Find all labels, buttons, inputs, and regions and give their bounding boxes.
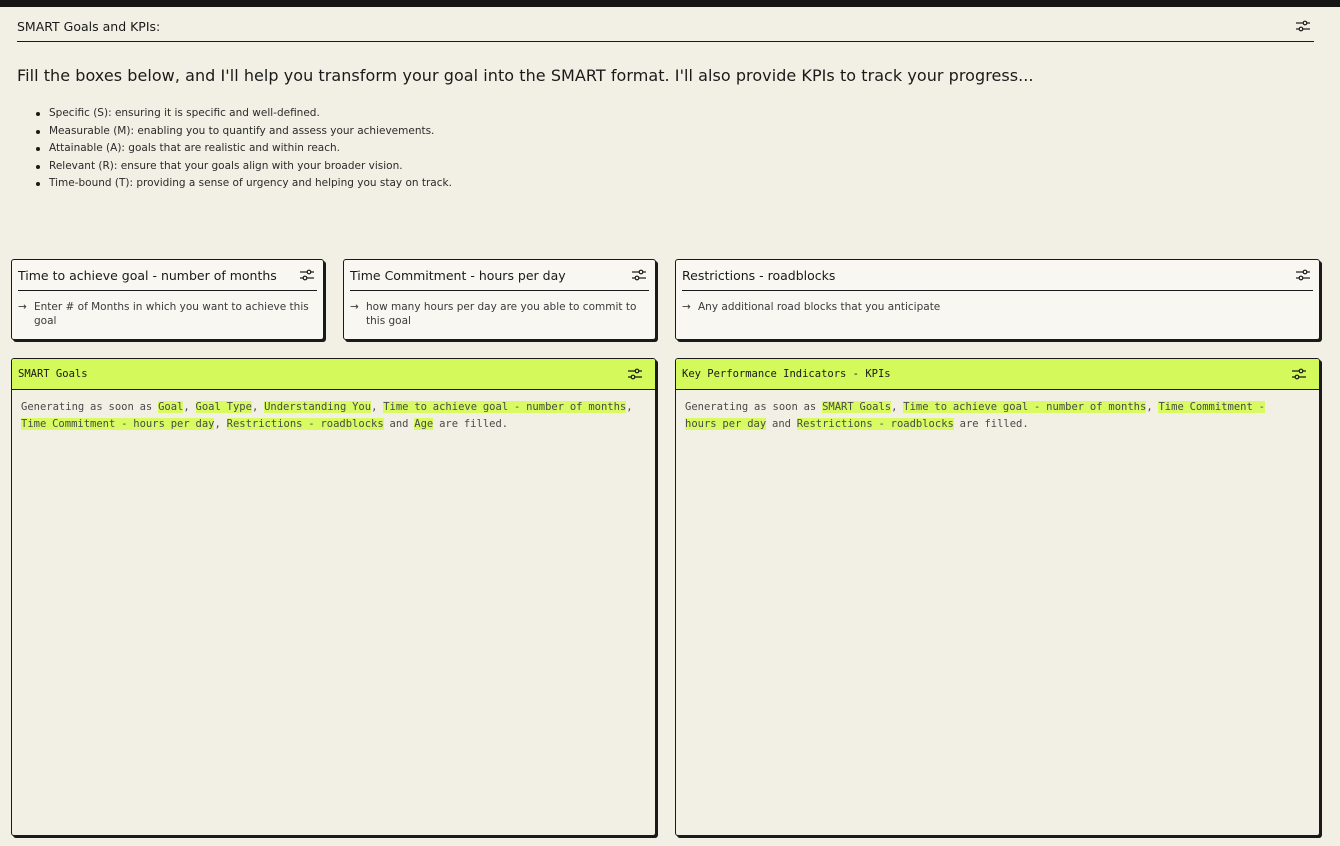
list-item: Measurable (M): enabling you to quantify… xyxy=(36,123,452,141)
months-input-card: Time to achieve goal - number of months … xyxy=(11,259,324,340)
list-item: Attainable (A): goals that are realistic… xyxy=(36,140,452,158)
input-placeholder[interactable]: Any additional road blocks that you anti… xyxy=(698,300,1309,314)
panel-title: SMART Goals xyxy=(18,368,88,380)
card-title: Time Commitment - hours per day xyxy=(350,268,566,283)
card-header: Time to achieve goal - number of months xyxy=(18,260,317,291)
dependency-tag: Restrictions - roadblocks xyxy=(796,418,954,430)
card-title: Restrictions - roadblocks xyxy=(682,268,836,283)
panel-header: Key Performance Indicators - KPIs xyxy=(676,359,1319,390)
dependency-tag: Restrictions - roadblocks xyxy=(226,418,384,430)
dependency-tag: Understanding You xyxy=(264,401,372,413)
card-title: Time to achieve goal - number of months xyxy=(18,268,277,283)
roadblocks-input[interactable]: → Any additional road blocks that you an… xyxy=(682,300,1309,314)
smart-goals-panel: SMART Goals Generating as soon as Goal, … xyxy=(11,358,656,836)
page-header: SMART Goals and KPIs: xyxy=(17,13,1314,42)
sliders-icon[interactable] xyxy=(300,269,314,281)
hours-input-card: Time Commitment - hours per day → how ma… xyxy=(343,259,656,340)
dependency-tag: Time Commitment - hours per day xyxy=(21,418,215,430)
sliders-icon[interactable] xyxy=(1296,20,1310,32)
dependency-tag: Goal xyxy=(158,401,184,413)
card-header: Restrictions - roadblocks xyxy=(682,260,1313,291)
roadblocks-input-card: Restrictions - roadblocks → Any addition… xyxy=(675,259,1320,340)
intro-text: Fill the boxes below, and I'll help you … xyxy=(17,66,1034,85)
dependency-tag: SMART Goals xyxy=(822,401,892,413)
smart-criteria-list: Specific (S): ensuring it is specific an… xyxy=(36,105,452,193)
top-bar xyxy=(0,0,1340,7)
input-placeholder[interactable]: how many hours per day are you able to c… xyxy=(366,300,645,328)
list-item: Time-bound (T): providing a sense of urg… xyxy=(36,175,452,193)
input-placeholder[interactable]: Enter # of Months in which you want to a… xyxy=(34,300,313,328)
list-item: Specific (S): ensuring it is specific an… xyxy=(36,105,452,123)
sliders-icon[interactable] xyxy=(1296,269,1310,281)
hours-input[interactable]: → how many hours per day are you able to… xyxy=(350,300,645,328)
kpi-panel: Key Performance Indicators - KPIs Genera… xyxy=(675,358,1320,836)
dependency-tag: Goal Type xyxy=(195,401,252,413)
page-title: SMART Goals and KPIs: xyxy=(17,19,161,34)
dependency-tag: Age xyxy=(414,418,434,430)
months-input[interactable]: → Enter # of Months in which you want to… xyxy=(18,300,313,328)
arrow-right-icon: → xyxy=(682,301,691,313)
sliders-icon[interactable] xyxy=(1292,368,1306,380)
list-item: Relevant (R): ensure that your goals ali… xyxy=(36,158,452,176)
panel-title: Key Performance Indicators - KPIs xyxy=(682,368,891,380)
arrow-right-icon: → xyxy=(350,301,359,313)
panel-header: SMART Goals xyxy=(12,359,655,390)
sliders-icon[interactable] xyxy=(632,269,646,281)
kpi-status: Generating as soon as SMART Goals, Time … xyxy=(685,401,1265,430)
card-header: Time Commitment - hours per day xyxy=(350,260,649,291)
smart-goals-status: Generating as soon as Goal, Goal Type, U… xyxy=(21,401,633,430)
dependency-tag: Time to achieve goal - number of months xyxy=(383,401,627,413)
arrow-right-icon: → xyxy=(18,301,27,313)
dependency-tag: Time to achieve goal - number of months xyxy=(903,401,1147,413)
sliders-icon[interactable] xyxy=(628,368,642,380)
